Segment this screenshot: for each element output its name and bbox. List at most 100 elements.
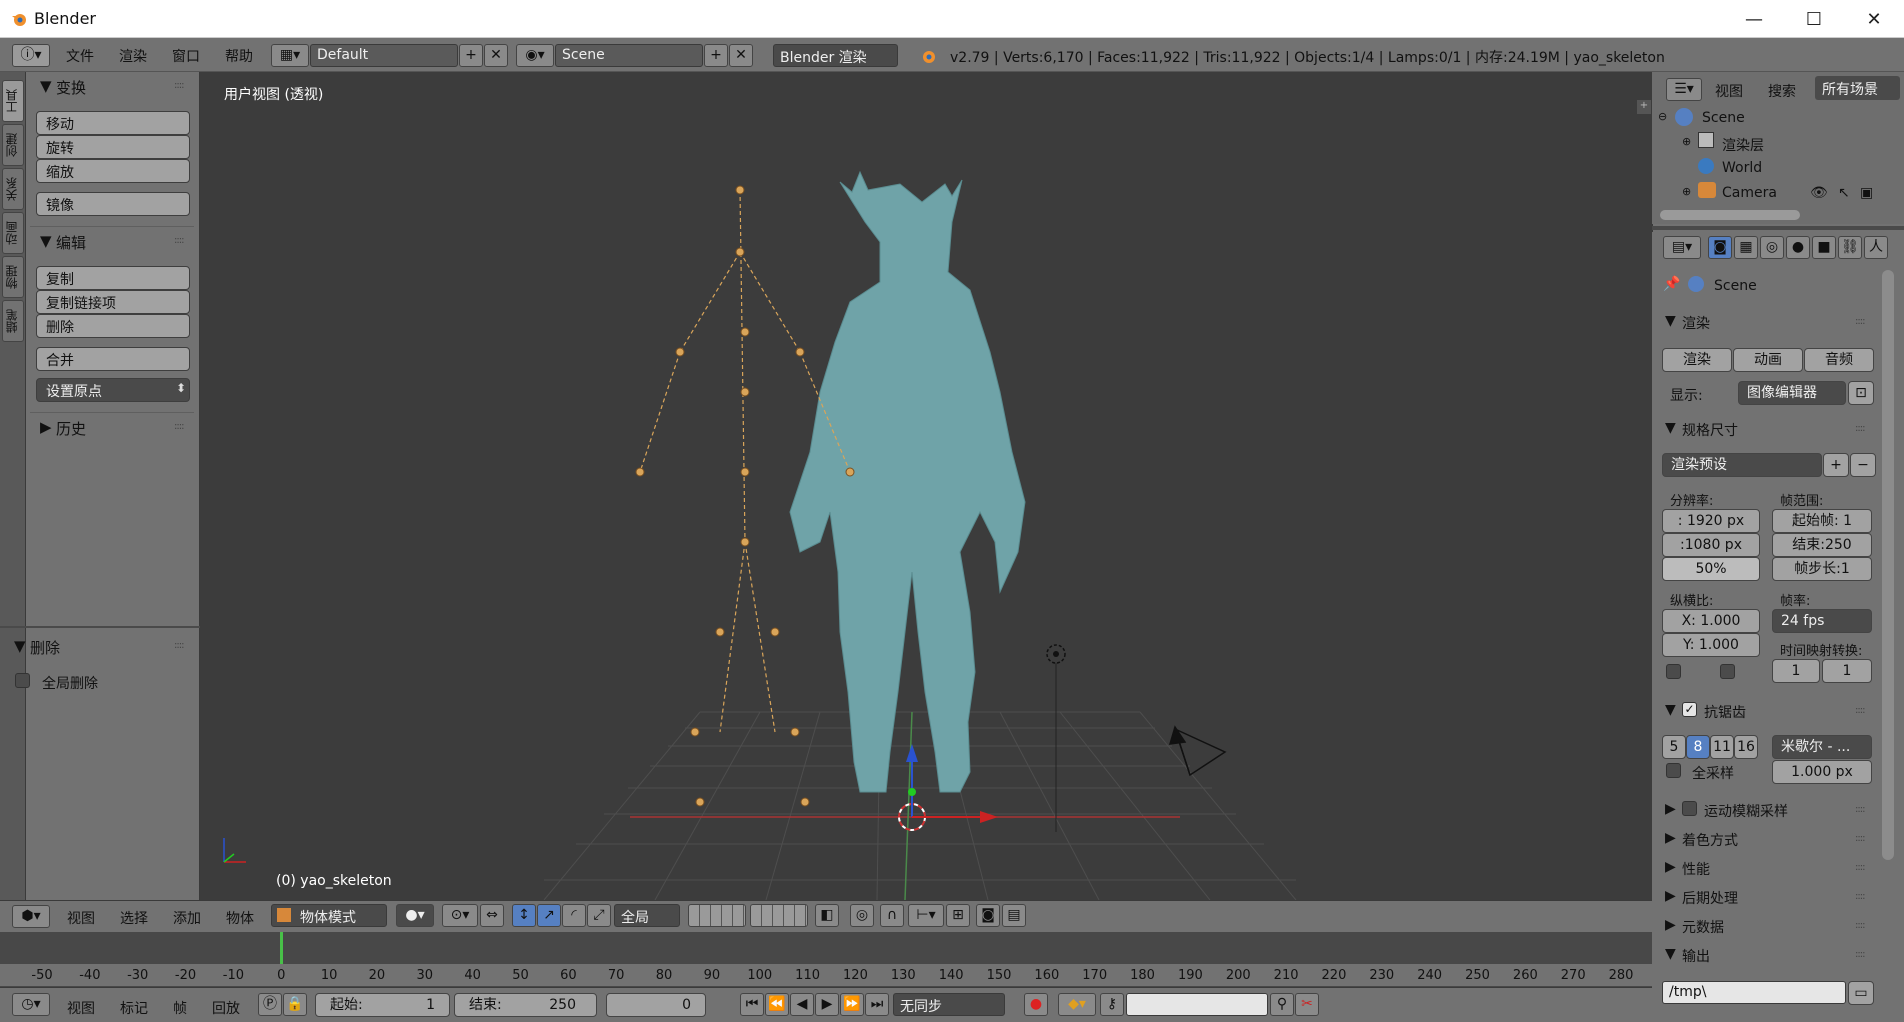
selectable-cursor-icon[interactable]: ↖ [1838,185,1850,201]
chevron-down-icon[interactable]: ▼ [40,232,52,250]
menu-file[interactable]: 文件 [66,46,94,66]
aa-filter-size-field[interactable]: 1.000 px [1772,760,1872,784]
menu-help[interactable]: 帮助 [225,46,253,66]
menu-select[interactable]: 选择 [120,908,148,928]
tab-tools[interactable]: 工具 [2,80,24,122]
remove-layout-button[interactable]: ✕ [484,44,508,67]
snap-target-icon[interactable]: ⊞ [946,904,970,927]
set-origin-select[interactable]: 设置原点 [36,378,190,402]
frame-start-field[interactable]: 起始帧: 1 [1772,509,1872,533]
drag-grip-icon[interactable]: :::: [1855,920,1866,931]
tab-grease-pencil[interactable]: 蜡笔 [2,300,24,342]
global-delete-checkbox[interactable] [15,673,30,688]
panel-render-title[interactable]: 渲染 [1682,313,1710,333]
chevron-right-icon[interactable]: ▶ [1665,859,1676,875]
tab-create[interactable]: 创建 [2,124,24,166]
layers-row-2-icon[interactable] [750,904,808,927]
outliner-item-render-layers[interactable]: 渲染层 [1722,135,1764,155]
panel-metadata-title[interactable]: 元数据 [1682,917,1724,937]
menu-marker[interactable]: 标记 [120,998,148,1018]
lock-icon[interactable]: 🔒 [283,993,307,1016]
time-remap-new-field[interactable]: 1 [1822,659,1872,683]
output-path-field[interactable]: /tmp\ [1662,981,1846,1004]
outliner-scrollbar[interactable] [1660,210,1800,220]
drag-grip-icon[interactable]: :::: [174,640,185,651]
time-remap-old-field[interactable]: 1 [1772,659,1820,683]
outliner-item-camera[interactable]: Camera [1722,185,1777,201]
transform-orientation-select[interactable]: 全局 [614,904,680,927]
menu-timeline-view[interactable]: 视图 [67,998,95,1018]
panel-dimensions-title[interactable]: 规格尺寸 [1682,420,1738,440]
maximize-button[interactable]: ☐ [1784,0,1844,38]
scene-tab-icon[interactable]: ◎ [1760,236,1784,259]
outliner-view-menu[interactable]: 视图 [1715,81,1743,101]
chevron-right-icon[interactable]: ▶ [1665,801,1676,817]
remove-preset-button[interactable]: − [1850,453,1876,477]
insert-keyframe-icon[interactable]: ⚲ [1270,993,1294,1016]
panel-motion-blur-title[interactable]: 运动模糊采样 [1704,801,1788,821]
manipulator-toggle-icon[interactable]: ⇔ [480,904,504,927]
play-icon[interactable]: ▶ [815,993,839,1016]
close-button[interactable]: ✕ [1844,0,1904,38]
render-presets-select[interactable]: 渲染预设 [1662,453,1822,477]
outliner-item-scene[interactable]: Scene [1702,110,1745,126]
object-tab-icon[interactable]: ■ [1812,236,1836,259]
scale-button[interactable]: 缩放 [36,159,190,183]
menu-add[interactable]: 添加 [173,908,201,928]
panel-output-title[interactable]: 输出 [1682,946,1710,966]
full-sample-checkbox[interactable] [1666,763,1681,778]
snap-element-icon[interactable]: ⊢▾ [908,904,944,927]
renderable-camera-icon[interactable]: ▣ [1860,185,1873,201]
lock-interface-icon[interactable]: ⊡ [1848,381,1874,405]
join-button[interactable]: 合并 [36,347,190,371]
outliner-search-menu[interactable]: 搜索 [1768,81,1796,101]
panel-edit-title[interactable]: 编辑 [56,232,86,253]
tab-physics[interactable]: 物理 [2,256,24,298]
frame-end-timeline-field[interactable]: 结束: 250 [454,993,597,1017]
drag-grip-icon[interactable]: :::: [174,421,185,432]
display-select[interactable]: 图像编辑器 [1738,381,1846,405]
rotate-button[interactable]: 旋转 [36,135,190,159]
frame-start-timeline-field[interactable]: 起始: 1 [315,993,450,1017]
jump-keyframe-back-icon[interactable]: ⏪ [765,993,789,1016]
menu-object[interactable]: 物体 [226,908,254,928]
fps-select[interactable]: 24 fps [1772,609,1872,633]
jump-start-icon[interactable]: ⏮ [740,993,764,1016]
move-button[interactable]: 移动 [36,111,190,135]
render-tab-camera-icon[interactable]: ◙ [1708,236,1732,259]
motion-blur-checkbox[interactable] [1682,801,1697,816]
constraints-tab-icon[interactable]: ⛓ [1838,236,1862,259]
aspect-x-field[interactable]: X: 1.000 [1662,609,1760,633]
properties-region-toggle-icon[interactable]: + [1637,100,1651,114]
panel-antialias-title[interactable]: 抗锯齿 [1704,702,1746,722]
menu-window[interactable]: 窗口 [172,46,200,66]
drag-grip-icon[interactable]: :::: [1855,891,1866,902]
render-animation-button[interactable]: 动画 [1733,348,1803,372]
frame-end-field[interactable]: 结束:250 [1772,533,1872,557]
expand-icon[interactable]: ⊕ [1682,185,1691,198]
chevron-down-icon[interactable]: ▼ [1665,946,1676,962]
properties-scrollbar[interactable] [1882,270,1894,860]
drag-grip-icon[interactable]: :::: [1855,833,1866,844]
add-scene-button[interactable]: + [704,44,728,67]
duplicate-linked-button[interactable]: 复制链接项 [36,290,190,314]
pivot-point-icon[interactable]: ⊙▾ [442,904,478,927]
delete-button[interactable]: 删除 [36,314,190,338]
pin-icon[interactable]: 📌 [1663,276,1680,292]
manipulator-rotate-icon[interactable]: ◜ [562,904,586,927]
aa-samples-16[interactable]: 16 [1734,735,1758,759]
resolution-percentage-slider[interactable]: 50% [1662,557,1760,581]
duplicate-button[interactable]: 复制 [36,266,190,290]
chevron-down-icon[interactable]: ▼ [1665,420,1676,436]
play-reverse-icon[interactable]: ◀ [790,993,814,1016]
panel-shading-title[interactable]: 着色方式 [1682,830,1738,850]
crop-border-checkbox[interactable] [1666,664,1681,679]
opengl-render-icon[interactable]: ◙ [976,904,1000,927]
tab-relations[interactable]: 关系 [2,168,24,210]
frame-step-field[interactable]: 帧步长:1 [1772,557,1872,581]
folder-browse-icon[interactable]: ▭ [1848,981,1874,1005]
chevron-right-icon[interactable]: ▶ [1665,888,1676,904]
display-mode-select[interactable]: 所有场景 [1815,76,1900,100]
jump-keyframe-forward-icon[interactable]: ⏩ [840,993,864,1016]
auto-keyframe-record-icon[interactable]: ● [1024,993,1048,1016]
